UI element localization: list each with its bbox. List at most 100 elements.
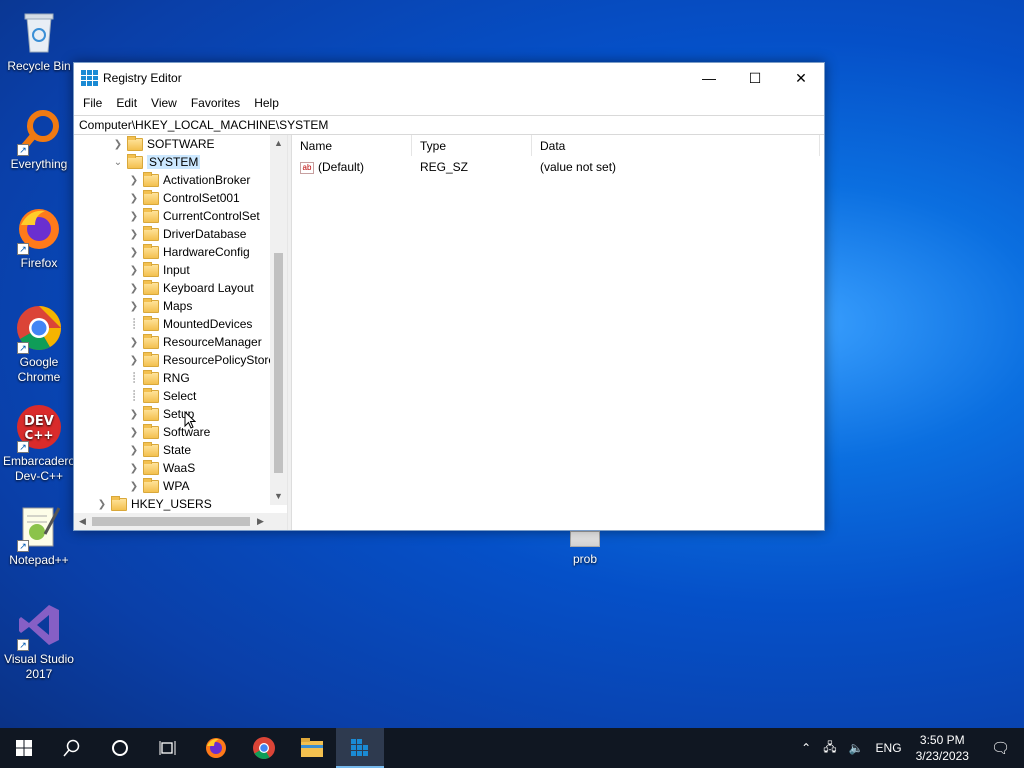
language-indicator[interactable]: ENG bbox=[870, 741, 908, 755]
taskbar-firefox[interactable] bbox=[192, 728, 240, 768]
tree-item-keyboard-layout[interactable]: ❯ Keyboard Layout bbox=[128, 279, 254, 297]
menu-file[interactable]: File bbox=[76, 96, 109, 110]
tree-item-system[interactable]: ⌄ SYSTEM bbox=[112, 153, 201, 171]
column-header-data[interactable]: Data bbox=[532, 135, 820, 156]
expand-icon[interactable]: ❯ bbox=[128, 463, 140, 474]
desktop-icon-visual-studio[interactable]: ↗ Visual Studio 2017 bbox=[3, 601, 75, 682]
expand-icon[interactable]: ❯ bbox=[112, 139, 124, 150]
tree-item-hardwareconfig[interactable]: ❯ HardwareConfig bbox=[128, 243, 250, 261]
tree-item-label: HKEY_USERS bbox=[131, 497, 212, 511]
tree-item-hkey-users[interactable]: ❯ HKEY_USERS bbox=[96, 495, 212, 513]
desktop-icon-recycle-bin[interactable]: Recycle Bin bbox=[3, 8, 75, 74]
folder-icon bbox=[143, 315, 159, 331]
desktop-icon-firefox[interactable]: ↗ Firefox bbox=[3, 205, 75, 271]
menu-edit[interactable]: Edit bbox=[109, 96, 144, 110]
desktop-icon-everything[interactable]: ↗ Everything bbox=[3, 106, 75, 172]
folder-icon bbox=[143, 369, 159, 385]
tree-item-software[interactable]: ❯ Software bbox=[128, 423, 210, 441]
volume-muted-icon[interactable]: 🔈 bbox=[843, 741, 870, 755]
tree-item-mounteddevices[interactable]: ┊ MountedDevices bbox=[128, 315, 252, 333]
expand-icon[interactable]: ❯ bbox=[128, 193, 140, 204]
close-button[interactable]: ✕ bbox=[778, 63, 824, 93]
registry-editor-window[interactable]: Registry Editor — ☐ ✕ File Edit View Fav… bbox=[73, 62, 825, 531]
tree-item-currentcontrolset[interactable]: ❯ CurrentControlSet bbox=[128, 207, 260, 225]
clock[interactable]: 3:50 PM 3/23/2023 bbox=[908, 732, 977, 764]
expand-icon[interactable]: ❯ bbox=[128, 481, 140, 492]
value-name-cell: ab (Default) bbox=[292, 160, 412, 174]
expand-icon[interactable]: ❯ bbox=[96, 499, 108, 510]
scroll-up-icon[interactable]: ▲ bbox=[270, 135, 287, 152]
tree-item-controlset001[interactable]: ❯ ControlSet001 bbox=[128, 189, 240, 207]
scroll-left-icon[interactable]: ◀ bbox=[74, 513, 91, 530]
desktop-icon-chrome[interactable]: ↗ Google Chrome bbox=[3, 304, 75, 385]
value-name: (Default) bbox=[318, 160, 365, 174]
expand-icon[interactable]: ❯ bbox=[128, 265, 140, 276]
tree-item-maps[interactable]: ❯ Maps bbox=[128, 297, 192, 315]
task-view-button[interactable] bbox=[144, 728, 192, 768]
tree-vertical-scrollbar[interactable]: ▲ ▼ bbox=[270, 135, 287, 505]
desktop-file-prob[interactable]: prob bbox=[556, 531, 614, 566]
expand-icon[interactable]: ❯ bbox=[128, 229, 140, 240]
scrollbar-thumb[interactable] bbox=[274, 253, 283, 473]
scrollbar-thumb[interactable] bbox=[92, 517, 250, 526]
expand-icon[interactable]: ❯ bbox=[128, 175, 140, 186]
expand-icon[interactable]: ❯ bbox=[128, 427, 140, 438]
expand-icon[interactable]: ❯ bbox=[128, 445, 140, 456]
tree-item-waas[interactable]: ❯ WaaS bbox=[128, 459, 195, 477]
column-header-name[interactable]: Name bbox=[292, 135, 412, 156]
search-button[interactable] bbox=[48, 728, 96, 768]
cortana-button[interactable] bbox=[96, 728, 144, 768]
expand-icon[interactable]: ❯ bbox=[128, 337, 140, 348]
tree-item-resourcemanager[interactable]: ❯ ResourceManager bbox=[128, 333, 262, 351]
title-bar[interactable]: Registry Editor — ☐ ✕ bbox=[74, 63, 824, 93]
tree-horizontal-scrollbar[interactable]: ◀ ▶ bbox=[74, 513, 287, 530]
taskbar-file-explorer[interactable] bbox=[288, 728, 336, 768]
tree-item-wpa[interactable]: ❯ WPA bbox=[128, 477, 189, 495]
list-row[interactable]: ab (Default) REG_SZ (value not set) bbox=[292, 157, 824, 177]
desktop-icon-notepadpp[interactable]: ↗ Notepad++ bbox=[3, 502, 75, 568]
folder-icon bbox=[111, 495, 127, 511]
network-icon[interactable]: 🖧 bbox=[817, 738, 842, 759]
scroll-right-icon[interactable]: ▶ bbox=[252, 513, 269, 530]
taskbar-registry-editor[interactable] bbox=[336, 728, 384, 768]
list-header: Name Type Data bbox=[292, 135, 824, 157]
tree-item-resourcepolicystore[interactable]: ❯ ResourcePolicyStore bbox=[128, 351, 275, 369]
expand-icon[interactable]: ❯ bbox=[128, 247, 140, 258]
tree-item-label: Keyboard Layout bbox=[163, 281, 254, 295]
menu-favorites[interactable]: Favorites bbox=[184, 96, 247, 110]
desktop-icon-label: Notepad++ bbox=[9, 553, 69, 567]
menu-help[interactable]: Help bbox=[247, 96, 286, 110]
collapse-icon[interactable]: ⌄ bbox=[112, 157, 124, 168]
column-header-type[interactable]: Type bbox=[412, 135, 532, 156]
expand-icon[interactable]: ❯ bbox=[128, 355, 140, 366]
notifications-icon[interactable]: 🗨 bbox=[977, 739, 1024, 757]
tree-item-input[interactable]: ❯ Input bbox=[128, 261, 190, 279]
taskbar-chrome[interactable] bbox=[240, 728, 288, 768]
tree-item-driverdatabase[interactable]: ❯ DriverDatabase bbox=[128, 225, 246, 243]
tree-item-select[interactable]: ┊ Select bbox=[128, 387, 196, 405]
desktop-icon-devcpp[interactable]: DEV C++ ↗ Embarcadero Dev-C++ bbox=[3, 403, 75, 484]
expand-icon[interactable]: ❯ bbox=[128, 301, 140, 312]
tree-item-software-root[interactable]: ❯ SOFTWARE bbox=[112, 135, 215, 153]
folder-icon bbox=[143, 405, 159, 421]
minimize-button[interactable]: — bbox=[686, 63, 732, 93]
folder-icon bbox=[143, 225, 159, 241]
maximize-button[interactable]: ☐ bbox=[732, 63, 778, 93]
start-button[interactable] bbox=[0, 728, 48, 768]
tree-item-rng[interactable]: ┊ RNG bbox=[128, 369, 190, 387]
folder-icon bbox=[143, 333, 159, 349]
tree-item-label: ControlSet001 bbox=[163, 191, 240, 205]
values-list[interactable]: Name Type Data ab (Default) REG_SZ (value… bbox=[292, 135, 824, 530]
address-bar[interactable]: Computer\HKEY_LOCAL_MACHINE\SYSTEM bbox=[74, 115, 824, 135]
tree-item-state[interactable]: ❯ State bbox=[128, 441, 191, 459]
expand-icon[interactable]: ❯ bbox=[128, 409, 140, 420]
scroll-down-icon[interactable]: ▼ bbox=[270, 488, 287, 505]
expand-icon[interactable]: ❯ bbox=[128, 211, 140, 222]
menu-view[interactable]: View bbox=[144, 96, 184, 110]
tree-item-activationbroker[interactable]: ❯ ActivationBroker bbox=[128, 171, 250, 189]
expand-icon[interactable]: ❯ bbox=[128, 283, 140, 294]
tree-item-label: WaaS bbox=[163, 461, 196, 475]
firefox-icon: ↗ bbox=[15, 205, 63, 255]
show-hidden-icons-icon[interactable]: ⌃ bbox=[795, 741, 817, 755]
registry-tree[interactable]: ❯ SOFTWARE ⌄ SYSTEM ❯ ActivationBroker ❯ C… bbox=[74, 135, 288, 530]
